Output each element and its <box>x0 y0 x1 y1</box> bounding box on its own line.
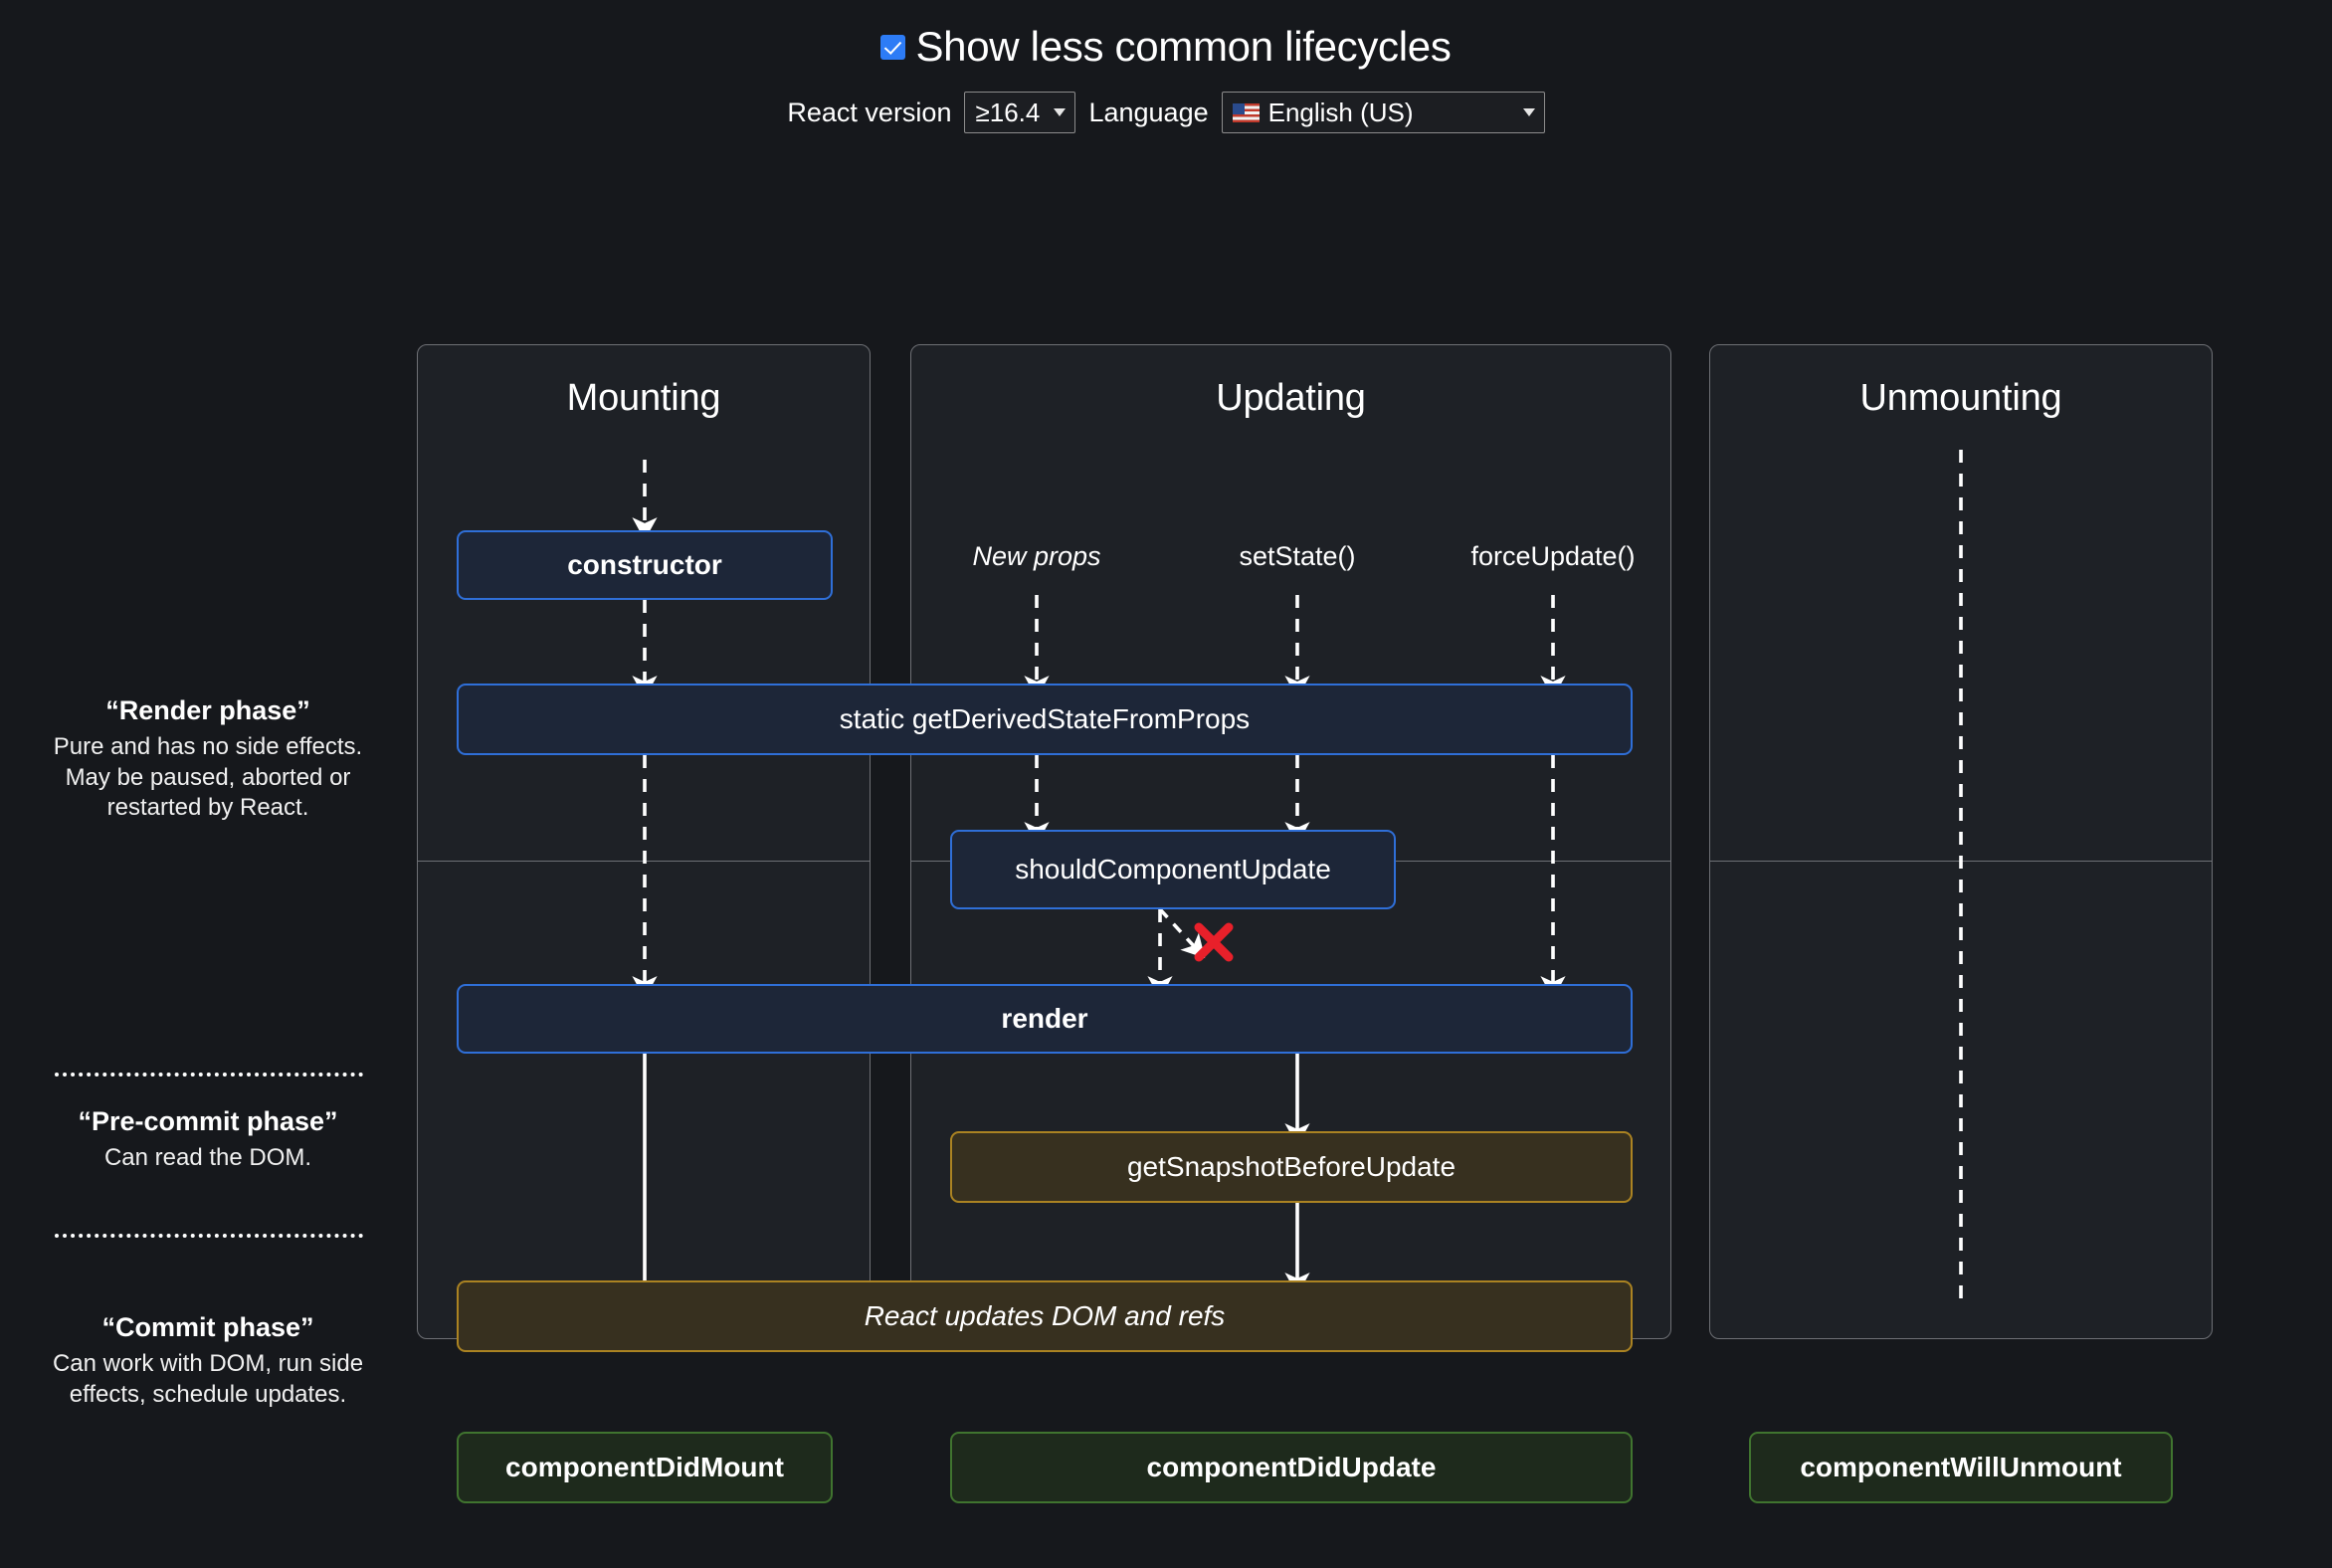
phase-note-title: “Pre-commit phase” <box>78 1106 338 1136</box>
phase-note-commit: “Commit phase” Can work with DOM, run si… <box>48 1312 368 1410</box>
react-version-value: ≥16.4 <box>975 97 1041 127</box>
language-select[interactable]: English (US) <box>1221 92 1545 133</box>
phase-note-title: “Render phase” <box>105 695 310 725</box>
panel-divider <box>1710 861 2212 862</box>
trigger-label-new-props: New props <box>972 541 1101 571</box>
lifecycle-diagram: Mounting Updating Unmounting “Render pha… <box>0 133 2332 1503</box>
lifecycle-box-component-did-mount[interactable]: componentDidMount <box>457 1432 833 1503</box>
phase-note-body: Pure and has no side effects. May be pau… <box>53 733 363 822</box>
column-unmounting: Unmounting <box>1709 344 2213 1339</box>
panel-divider <box>418 861 870 862</box>
language-label: Language <box>1088 97 1209 127</box>
phase-separator-top <box>55 1073 363 1077</box>
title-row: Show less common lifecycles <box>0 26 2332 68</box>
language-value: English (US) <box>1267 97 1414 127</box>
trigger-label-force-update: forceUpdate() <box>1470 541 1636 571</box>
react-version-label: React version <box>787 97 952 127</box>
lifecycle-box-constructor[interactable]: constructor <box>457 530 833 600</box>
phase-separator-bottom <box>55 1234 363 1238</box>
phase-note-title: “Commit phase” <box>101 1312 314 1342</box>
page-title[interactable]: Show less common lifecycles <box>915 26 1451 68</box>
phase-note-body: Can read the DOM. <box>103 1144 312 1171</box>
phase-note-pre-commit: “Pre-commit phase” Can read the DOM. <box>48 1106 368 1174</box>
controls-row: React version ≥16.4 Language English (US… <box>0 92 2332 133</box>
language-value-wrap: English (US) <box>1232 97 1414 128</box>
lifecycle-box-get-derived-state-from-props[interactable]: static getDerivedStateFromProps <box>457 684 1633 755</box>
phase-note-body: Can work with DOM, run side effects, sch… <box>52 1350 364 1408</box>
lifecycle-box-render[interactable]: render <box>457 984 1633 1054</box>
column-title-updating: Updating <box>1216 377 1366 419</box>
lifecycle-box-component-will-unmount[interactable]: componentWillUnmount <box>1749 1432 2173 1503</box>
chevron-down-icon <box>1054 108 1067 116</box>
chevron-down-icon <box>1522 108 1535 116</box>
column-title-unmounting: Unmounting <box>1859 377 2062 419</box>
lifecycle-box-react-updates-dom-and-refs[interactable]: React updates DOM and refs <box>457 1280 1633 1352</box>
lifecycle-box-component-did-update[interactable]: componentDidUpdate <box>950 1432 1633 1503</box>
column-title-mounting: Mounting <box>566 377 721 419</box>
show-less-common-lifecycles-checkbox[interactable] <box>880 34 906 60</box>
lifecycle-box-should-component-update[interactable]: shouldComponentUpdate <box>950 830 1396 909</box>
react-version-select[interactable]: ≥16.4 <box>964 92 1076 133</box>
page-header: Show less common lifecycles React versio… <box>0 0 2332 133</box>
trigger-label-set-state: setState() <box>1239 541 1356 571</box>
lifecycle-box-get-snapshot-before-update[interactable]: getSnapshotBeforeUpdate <box>950 1131 1633 1203</box>
phase-note-render: “Render phase” Pure and has no side effe… <box>48 695 368 824</box>
column-mounting: Mounting <box>417 344 871 1339</box>
us-flag-icon <box>1232 102 1260 122</box>
